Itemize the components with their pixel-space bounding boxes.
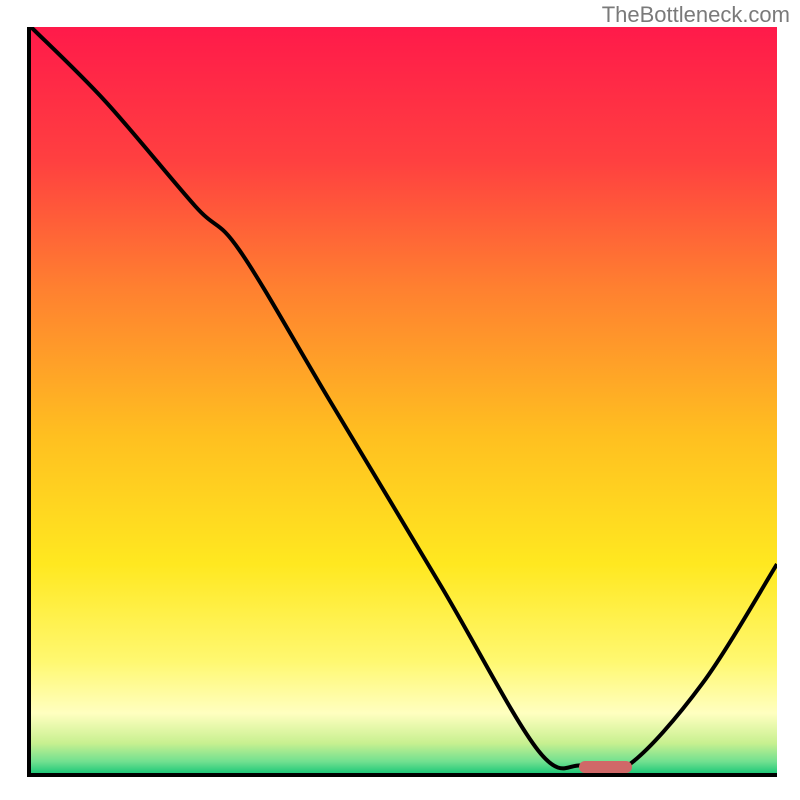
chart-optimal-marker	[579, 761, 631, 773]
chart-plot-area	[27, 27, 777, 777]
watermark-text: TheBottleneck.com	[602, 2, 790, 28]
chart-curve	[31, 27, 777, 773]
